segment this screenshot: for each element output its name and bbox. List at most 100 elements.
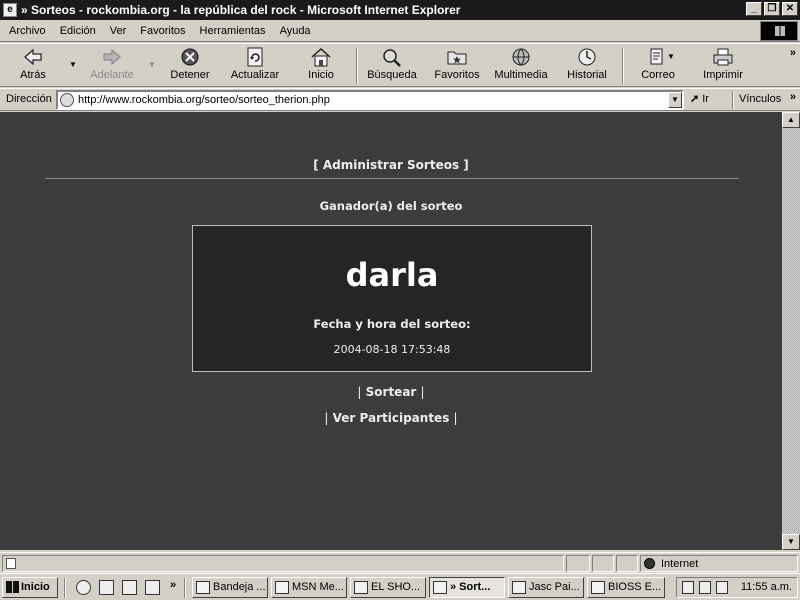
address-bar: Dirección http://www.rockombia.org/sorte…: [0, 88, 800, 111]
go-label: Ir: [702, 93, 709, 105]
sortear-link[interactable]: Sortear: [366, 385, 417, 399]
menu-bar: Archivo Edición Ver Favoritos Herramient…: [0, 20, 800, 42]
address-url[interactable]: http://www.rockombia.org/sorteo/sorteo_t…: [78, 94, 330, 106]
ie-page-icon: [433, 581, 447, 594]
menu-ver[interactable]: Ver: [103, 25, 134, 37]
status-cell: [616, 555, 638, 572]
maximize-button[interactable]: ❐: [764, 2, 780, 16]
search-label: Búsqueda: [367, 69, 417, 81]
start-button[interactable]: Inicio: [2, 577, 58, 598]
home-label: Inicio: [308, 69, 334, 81]
mail-icon: [647, 47, 669, 67]
volume-icon[interactable]: [682, 581, 694, 594]
task-button[interactable]: BIOSS E...: [587, 577, 665, 598]
task-button[interactable]: EL SHO...: [350, 577, 426, 598]
links-more-chevron-icon[interactable]: »: [790, 91, 796, 103]
back-dropdown-icon[interactable]: ▼: [69, 60, 77, 69]
quicklaunch-media-icon[interactable]: [145, 580, 160, 595]
pipe-separator: |: [420, 385, 425, 399]
document-icon: [354, 581, 368, 594]
page-icon: [60, 93, 74, 107]
search-button[interactable]: Búsqueda: [364, 47, 420, 85]
task-label: » Sort...: [450, 581, 491, 593]
forward-arrow-icon: [101, 47, 123, 67]
task-button[interactable]: Bandeja ...: [192, 577, 268, 598]
ie-app-icon[interactable]: e: [3, 3, 17, 17]
scroll-down-icon[interactable]: ▼: [782, 534, 800, 550]
task-button[interactable]: MSN Me...: [271, 577, 347, 598]
menu-ayuda[interactable]: Ayuda: [273, 25, 318, 37]
address-label: Dirección: [6, 93, 52, 105]
quicklaunch-more-chevron-icon[interactable]: »: [170, 579, 176, 591]
back-button[interactable]: Atrás: [8, 47, 58, 85]
quicklaunch-outlook-icon[interactable]: [99, 580, 114, 595]
media-button[interactable]: Multimedia: [492, 47, 550, 85]
vertical-scrollbar[interactable]: ▲ ▼: [782, 112, 800, 550]
taskbar-separator: [64, 578, 66, 598]
msn-messenger-icon: [275, 581, 289, 594]
clock[interactable]: 11:55 a.m.: [741, 581, 792, 593]
go-button[interactable]: ➚ Ir: [690, 92, 709, 105]
stop-button[interactable]: Detener: [166, 47, 214, 85]
scroll-up-icon[interactable]: ▲: [782, 112, 800, 128]
back-arrow-icon: [22, 47, 44, 67]
window-title: » Sorteos - rockombia.org - la república…: [21, 3, 461, 17]
status-cell: [566, 555, 590, 572]
pipe-separator: |: [324, 411, 329, 425]
inbox-icon: [196, 581, 210, 594]
winner-name: darla: [345, 256, 439, 294]
menu-archivo[interactable]: Archivo: [0, 25, 53, 37]
favorites-label: Favoritos: [434, 69, 480, 81]
admin-sorteos-link[interactable]: [ Administrar Sorteos ]: [0, 158, 782, 172]
taskbar: Inicio » Bandeja ... MSN Me... EL SHO...…: [0, 573, 800, 600]
refresh-label: Actualizar: [230, 69, 280, 81]
history-button[interactable]: Historial: [562, 47, 612, 85]
print-label: Imprimir: [703, 69, 743, 81]
page-content: [ Administrar Sorteos ] Ganador(a) del s…: [0, 112, 782, 550]
task-label: BIOSS E...: [608, 581, 662, 593]
links-toolbar[interactable]: Vínculos: [739, 93, 781, 105]
toolbar-separator: [356, 48, 358, 84]
ver-participantes-link[interactable]: Ver Participantes: [333, 411, 450, 425]
title-bar: e » Sorteos - rockombia.org - la repúbli…: [0, 0, 800, 20]
refresh-icon: [244, 47, 266, 67]
home-icon: [310, 47, 332, 67]
quicklaunch-ie-icon[interactable]: [76, 580, 91, 595]
pipe-separator: |: [453, 411, 458, 425]
messenger-tray-icon[interactable]: [716, 581, 728, 594]
draw-datetime-value: 2004-08-18 17:53:48: [333, 343, 451, 356]
stop-icon: [179, 47, 201, 67]
minimize-button[interactable]: _: [746, 2, 762, 16]
links-separator: [732, 91, 734, 109]
back-label: Atrás: [20, 69, 46, 81]
task-button-active[interactable]: » Sort...: [429, 577, 505, 598]
windows-logo-throbber: [760, 21, 798, 41]
close-button[interactable]: ✕: [782, 2, 798, 16]
winner-box: darla Fecha y hora del sorteo: 2004-08-1…: [192, 225, 592, 372]
toolbar-more-chevron-icon[interactable]: »: [790, 47, 796, 59]
forward-button[interactable]: Adelante: [84, 47, 140, 85]
pipe-separator: |: [357, 385, 362, 399]
quicklaunch-desktop-icon[interactable]: [122, 580, 137, 595]
print-button[interactable]: Imprimir: [700, 47, 746, 85]
task-button[interactable]: Jasc Pai...: [508, 577, 584, 598]
mail-dropdown-icon[interactable]: ▼: [667, 52, 675, 61]
horizontal-rule: [45, 178, 739, 179]
address-dropdown-icon[interactable]: ▼: [668, 92, 682, 108]
history-icon: [576, 47, 598, 67]
forward-dropdown-icon[interactable]: ▼: [148, 60, 156, 69]
history-label: Historial: [567, 69, 607, 81]
menu-favoritos[interactable]: Favoritos: [133, 25, 192, 37]
favorites-button[interactable]: Favoritos: [432, 47, 482, 85]
security-zone-panel: Internet: [640, 555, 798, 572]
menu-edicion[interactable]: Edición: [53, 25, 103, 37]
address-input[interactable]: http://www.rockombia.org/sorteo/sorteo_t…: [56, 90, 684, 110]
network-icon[interactable]: [699, 581, 711, 594]
home-button[interactable]: Inicio: [298, 47, 344, 85]
paint-shop-icon: [512, 581, 526, 594]
refresh-button[interactable]: Actualizar: [226, 47, 284, 85]
menu-herramientas[interactable]: Herramientas: [193, 25, 273, 37]
draw-datetime-label: Fecha y hora del sorteo:: [313, 317, 471, 331]
media-label: Multimedia: [494, 69, 548, 81]
stop-label: Detener: [170, 69, 210, 81]
